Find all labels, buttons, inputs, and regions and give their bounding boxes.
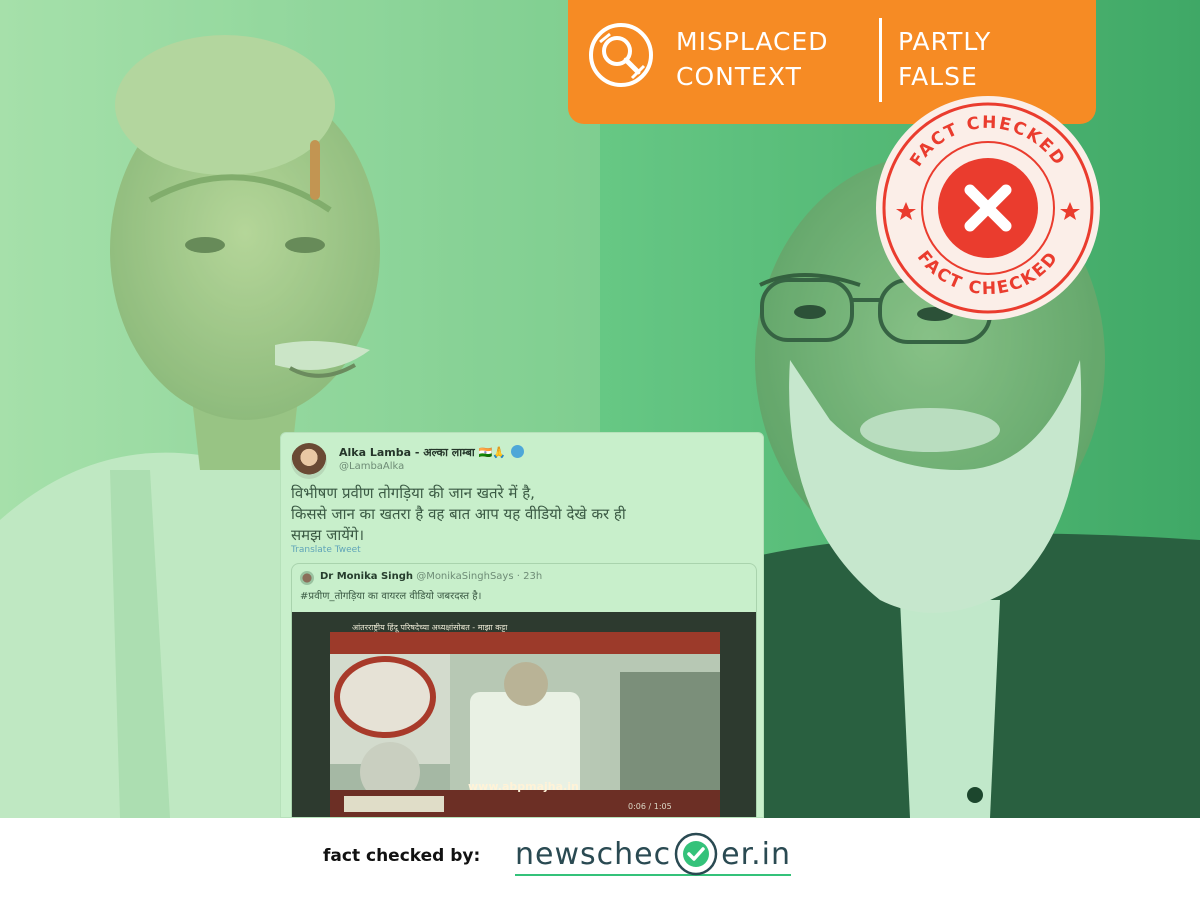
tweet-author-handle: @LambaAlka [339, 461, 405, 472]
newschecker-logo: newschec er.in [515, 832, 792, 876]
quote-avatar [300, 571, 314, 585]
verdict-right-line1: PARTLY [898, 27, 992, 56]
tweet-text-line1: विभीषण प्रवीण तोगड़िया की जान खतरे में ह… [291, 484, 535, 502]
video-url-caption: www.abpmajha.in [468, 780, 579, 793]
quote-text: #प्रवीण_तोगड़िया का वायरल वीडियो जबरदस्त… [300, 591, 482, 602]
tweet-text: विभीषण प्रवीण तोगड़िया की जान खतरे में ह… [291, 483, 761, 546]
tweet-header: Alka Lamba - अल्का लाम्बा 🇮🇳🙏 @LambaAlka [291, 439, 751, 479]
brand-left: newschec [515, 836, 672, 872]
check-badge-icon [674, 832, 718, 876]
quote-author-handle: @MonikaSinghSays [416, 571, 514, 582]
video-ticker: आंतरराष्ट्रीय हिंदू परिषदेच्या अध्यक्षां… [352, 623, 508, 632]
avatar [291, 443, 327, 479]
translate-tweet-link: Translate Tweet [291, 545, 361, 555]
verdict-label-partly-false: PARTLY FALSE [898, 24, 1038, 94]
embedded-video: आंतरराष्ट्रीय हिंदू परिषदेच्या अध्यक्षां… [292, 612, 756, 817]
quote-author-line: Dr Monika Singh @MonikaSinghSays · 23h [320, 571, 542, 582]
tweet-author-name: Alka Lamba - अल्का लाम्बा 🇮🇳🙏 [339, 446, 506, 459]
verdict-left-line2: CONTEXT [676, 62, 802, 91]
brand-right: er.in [721, 836, 792, 872]
quote-time: · 23h [516, 571, 543, 582]
cross-icon [938, 158, 1038, 258]
verdict-divider [879, 18, 882, 102]
quote-author-name: Dr Monika Singh [320, 571, 413, 582]
fact-checked-by-label: fact checked by: [323, 846, 481, 866]
verified-badge-icon [511, 445, 524, 458]
fact-checked-stamp: FACT CHECKED FACT CHECKED [876, 96, 1100, 320]
tweet-text-line3: समझ जायेंगे। [291, 526, 365, 544]
footer: fact checked by: newschec er.in [0, 818, 1200, 900]
video-time: 0:06 / 1:05 [628, 802, 672, 811]
tweet-text-line2: किससे जान का खतरा है वह बात आप यह वीडियो… [291, 505, 626, 523]
quoted-tweet: Dr Monika Singh @MonikaSinghSays · 23h #… [291, 563, 757, 817]
verdict-right-line2: FALSE [898, 62, 978, 91]
verdict-label-misplaced-context: MISPLACED CONTEXT [676, 24, 876, 94]
verdict-left-line1: MISPLACED [676, 27, 829, 56]
tweet-screenshot: Alka Lamba - अल्का लाम्बा 🇮🇳🙏 @LambaAlka… [280, 432, 764, 818]
magnifier-icon [589, 23, 653, 87]
